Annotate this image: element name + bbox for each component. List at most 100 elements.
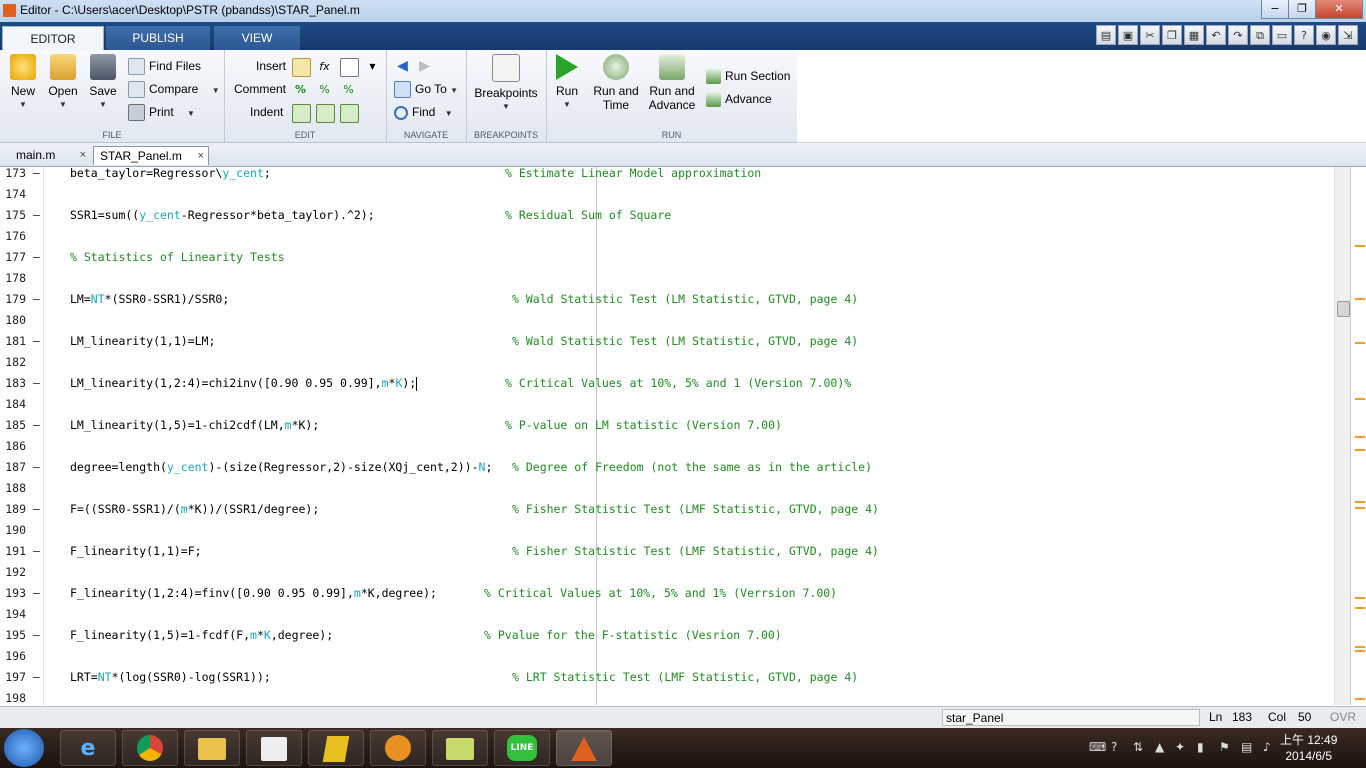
code-line[interactable]: 185– LM_linearity(1,5)=1-chi2cdf(LM,m*K);… — [0, 415, 1334, 436]
code-line[interactable]: 188 — [0, 478, 1334, 499]
code-line[interactable]: 196 — [0, 646, 1334, 667]
line-number[interactable]: 198 — [0, 688, 26, 705]
find-button[interactable]: Find ▼ — [394, 102, 453, 122]
comment-icon[interactable]: % — [292, 81, 309, 98]
matlab-icon[interactable] — [556, 730, 612, 766]
ime-icon[interactable]: ⇅ — [1133, 740, 1143, 754]
minimize-button[interactable]: − — [1261, 0, 1289, 19]
code-line[interactable]: 186 — [0, 436, 1334, 457]
network-icon[interactable]: ▤ — [1241, 740, 1252, 754]
line-number[interactable]: 174 — [0, 184, 26, 205]
advance-button[interactable]: Advance — [706, 89, 772, 109]
analyzer-mark[interactable] — [1355, 507, 1365, 509]
analyzer-mark[interactable] — [1355, 501, 1365, 503]
line-number[interactable]: 177 — [0, 247, 26, 268]
indent-icon[interactable] — [316, 104, 335, 123]
code-line[interactable]: 176 — [0, 226, 1334, 247]
tab-view[interactable]: VIEW — [214, 26, 300, 50]
breakpoint-marker[interactable]: – — [33, 373, 40, 394]
run-and-advance-button[interactable]: Run and Advance — [646, 54, 698, 112]
code-line[interactable]: 189– F=((SSR0-SSR1)/(m*K))/(SSR1/degree);… — [0, 499, 1334, 520]
line-number[interactable]: 181 — [0, 331, 26, 352]
smart-indent-icon[interactable] — [292, 104, 311, 123]
line-number[interactable]: 194 — [0, 604, 26, 625]
dropbox-icon[interactable]: ✦ — [1175, 740, 1185, 754]
analyzer-mark[interactable] — [1355, 650, 1365, 652]
analyzer-mark[interactable] — [1355, 436, 1365, 438]
open-icon[interactable]: ▤ — [1096, 25, 1116, 45]
run-section-button[interactable]: Run Section — [706, 66, 790, 86]
code-line[interactable]: 178 — [0, 268, 1334, 289]
line-number[interactable]: 188 — [0, 478, 26, 499]
analyzer-mark[interactable] — [1355, 449, 1365, 451]
code-line[interactable]: 191– F_linearity(1,1)=F; % Fisher Statisti… — [0, 541, 1334, 562]
breakpoint-marker[interactable]: – — [33, 583, 40, 604]
compare-button[interactable]: Compare ▼ — [128, 79, 220, 99]
line-number[interactable]: 187 — [0, 457, 26, 478]
code-line[interactable]: 184 — [0, 394, 1334, 415]
line-number[interactable]: 179 — [0, 289, 26, 310]
switch-windows-icon[interactable]: ⧉ — [1250, 25, 1270, 45]
code-line[interactable]: 194 — [0, 604, 1334, 625]
line-number[interactable]: 184 — [0, 394, 26, 415]
copy-icon[interactable]: ❐ — [1162, 25, 1182, 45]
analyzer-mark[interactable] — [1355, 398, 1365, 400]
save-button[interactable]: Save ▼ — [86, 54, 120, 112]
maximize-button[interactable]: ❐ — [1288, 0, 1316, 19]
line-number[interactable]: 182 — [0, 352, 26, 373]
breakpoints-button[interactable]: Breakpoints ▼ — [472, 54, 540, 114]
code-line[interactable]: 183– LM_linearity(1,2:4)=chi2inv([0.90 0.… — [0, 373, 1334, 394]
forward-arrow-icon[interactable]: ▶ — [416, 58, 433, 75]
line-number[interactable]: 185 — [0, 415, 26, 436]
insert-icon[interactable] — [292, 58, 311, 77]
line-number[interactable]: 178 — [0, 268, 26, 289]
fx-icon[interactable]: fx — [316, 58, 333, 75]
breakpoint-marker[interactable]: – — [33, 499, 40, 520]
folder-icon[interactable] — [432, 730, 488, 766]
close-button[interactable]: ✕ — [1315, 0, 1363, 19]
outdent-icon[interactable] — [340, 104, 359, 123]
analyzer-mark[interactable] — [1355, 298, 1365, 300]
keyboard-icon[interactable]: ⌨ — [1089, 740, 1106, 754]
run-button[interactable]: Run ▼ — [552, 54, 582, 112]
code-line[interactable]: 192 — [0, 562, 1334, 583]
code-line[interactable]: 190 — [0, 520, 1334, 541]
code-line[interactable]: 193– F_linearity(1,2:4)=finv([0.90 0.95 0… — [0, 583, 1334, 604]
line-number[interactable]: 193 — [0, 583, 26, 604]
breakpoint-marker[interactable]: – — [33, 167, 40, 184]
volume-icon[interactable]: ♪ — [1263, 740, 1271, 754]
line-number[interactable]: 189 — [0, 499, 26, 520]
breakpoint-marker[interactable]: – — [33, 667, 40, 688]
breakpoint-marker[interactable]: – — [33, 247, 40, 268]
analyzer-mark[interactable] — [1355, 646, 1365, 648]
vertical-scrollbar[interactable] — [1334, 167, 1351, 705]
line-icon[interactable]: LINE — [494, 730, 550, 766]
kakao-icon[interactable] — [308, 730, 364, 766]
dock-icon[interactable]: ▭ — [1272, 25, 1292, 45]
line-number[interactable]: 186 — [0, 436, 26, 457]
ie-icon[interactable]: e — [60, 730, 116, 766]
audio-icon[interactable] — [370, 730, 426, 766]
line-number[interactable]: 196 — [0, 646, 26, 667]
code-line[interactable]: 187– degree=length(y_cent)-(size(Regresso… — [0, 457, 1334, 478]
breakpoint-marker[interactable]: – — [33, 205, 40, 226]
cut-icon[interactable]: ✂ — [1140, 25, 1160, 45]
print-button[interactable]: Print ▼ — [128, 102, 195, 122]
breakpoint-marker[interactable]: – — [33, 415, 40, 436]
code-line[interactable]: 174 — [0, 184, 1334, 205]
line-number[interactable]: 173 — [0, 167, 26, 184]
tab-editor[interactable]: EDITOR — [2, 26, 104, 51]
device-icon[interactable]: ▮ — [1197, 740, 1204, 754]
line-number[interactable]: 175 — [0, 205, 26, 226]
flag-icon[interactable]: ⚑ — [1219, 740, 1230, 754]
back-arrow-icon[interactable]: ◀ — [394, 58, 411, 75]
analyzer-mark[interactable] — [1355, 607, 1365, 609]
code-line[interactable]: 182 — [0, 352, 1334, 373]
help-icon[interactable]: ? — [1294, 25, 1314, 45]
close-tab-icon[interactable]: × — [80, 146, 86, 165]
analyzer-mark[interactable] — [1355, 597, 1365, 599]
code-line[interactable]: 198 — [0, 688, 1334, 705]
clock[interactable]: 上午 12:49 2014/6/5 — [1280, 732, 1337, 764]
current-function[interactable]: star_Panel — [942, 709, 1200, 726]
analyzer-mark[interactable] — [1355, 245, 1365, 247]
